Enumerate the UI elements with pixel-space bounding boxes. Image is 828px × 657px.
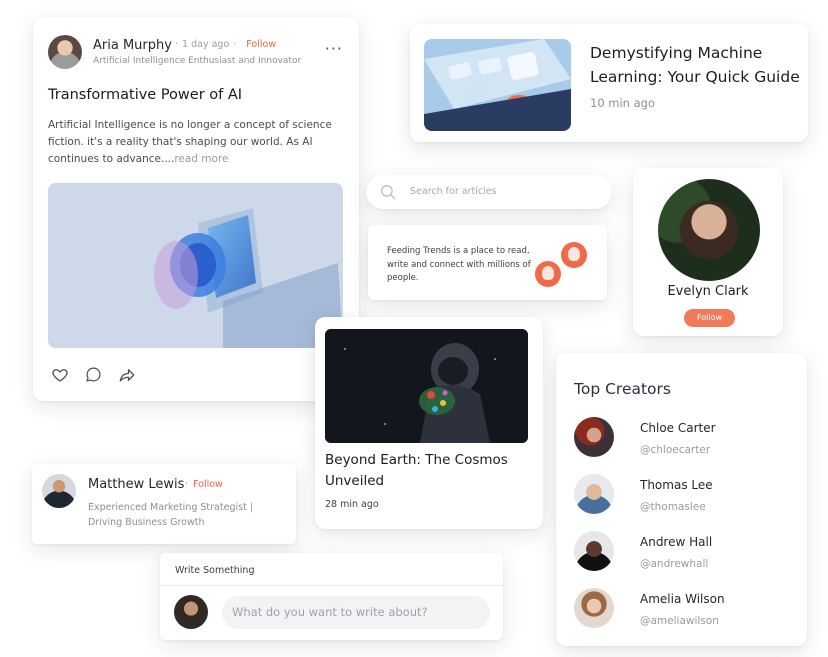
profile-photo[interactable] <box>658 179 760 281</box>
article-card[interactable]: Demystifying Machine Learning: Your Quic… <box>410 24 808 142</box>
follow-button[interactable]: Follow <box>684 309 735 327</box>
creator-name[interactable]: Thomas Lee <box>640 478 713 492</box>
user-avatar[interactable] <box>42 474 76 508</box>
author-avatar[interactable] <box>48 35 82 69</box>
article-title[interactable]: Demystifying Machine Learning: Your Quic… <box>590 41 800 89</box>
post-actions <box>48 366 344 386</box>
creator-handle: @ameliawilson <box>640 615 719 627</box>
creator-row[interactable]: Andrew Hall @andrewhall <box>574 531 794 588</box>
post-title[interactable]: Beyond Earth: The Cosmos Unveiled <box>325 450 535 492</box>
article-thumbnail <box>424 39 571 131</box>
creator-handle: @chloecarter <box>640 444 711 456</box>
user-role: Experienced Marketing Strategist | Drivi… <box>88 502 254 528</box>
write-placeholder: What do you want to write about? <box>232 605 428 619</box>
creator-name[interactable]: Amelia Wilson <box>640 592 725 606</box>
write-card: Write Something What do you want to writ… <box>160 553 503 640</box>
post-title[interactable]: Transformative Power of AI <box>48 87 242 103</box>
user-name[interactable]: Matthew Lewis <box>88 477 184 492</box>
author-role: Artificial Intelligence Enthusiast and I… <box>93 56 302 66</box>
creator-row[interactable]: Thomas Lee @thomaslee <box>574 474 794 531</box>
creator-avatar[interactable] <box>574 417 614 457</box>
write-label: Write Something <box>175 565 255 576</box>
post-excerpt: Artificial Intelligence is no longer a c… <box>48 117 346 168</box>
creator-avatar[interactable] <box>574 588 614 628</box>
user-avatar <box>535 261 561 287</box>
space-post-card[interactable]: Beyond Earth: The Cosmos Unveiled 28 min… <box>315 317 543 529</box>
comment-icon[interactable] <box>85 366 102 383</box>
creator-row[interactable]: Amelia Wilson @ameliawilson <box>574 588 794 645</box>
follow-link[interactable]: · Follow <box>185 479 223 490</box>
share-icon[interactable] <box>118 366 136 384</box>
info-text: Feeding Trends is a place to read, write… <box>387 246 531 283</box>
follow-link[interactable]: Follow <box>246 39 276 50</box>
creators-list: Chloe Carter @chloecarter Thomas Lee @th… <box>574 417 794 645</box>
profile-name[interactable]: Evelyn Clark <box>633 284 783 299</box>
follow-label[interactable]: Follow <box>193 479 223 490</box>
post-image <box>325 329 528 443</box>
heart-icon[interactable] <box>51 366 69 384</box>
creator-handle: @thomaslee <box>640 501 706 513</box>
author-name[interactable]: Aria Murphy <box>93 38 172 53</box>
post-time: 28 min ago <box>325 499 379 510</box>
info-card: Feeding Trends is a place to read, write… <box>368 225 607 300</box>
user-avatar <box>561 242 587 268</box>
more-icon[interactable]: ··· <box>325 39 343 58</box>
user-card[interactable]: Matthew Lewis · Follow Experienced Market… <box>32 464 296 544</box>
top-creators-card: Top Creators Chloe Carter @chloecarter T… <box>556 353 807 646</box>
divider <box>160 585 503 586</box>
creator-avatar[interactable] <box>574 474 614 514</box>
creator-avatar[interactable] <box>574 531 614 571</box>
profile-card[interactable]: Evelyn Clark Follow <box>633 168 783 336</box>
user-avatar <box>174 595 208 629</box>
post-time: 1 day ago <box>182 39 230 50</box>
search-input[interactable]: Search for articles <box>410 186 497 197</box>
read-more-link[interactable]: read more <box>174 153 228 165</box>
article-time: 10 min ago <box>590 96 656 110</box>
search-bar[interactable]: Search for articles <box>366 175 612 209</box>
post-image <box>48 183 343 348</box>
post-meta: · 1 day ago · Follow <box>175 39 277 50</box>
search-icon <box>381 185 396 200</box>
write-input[interactable]: What do you want to write about? <box>222 596 490 629</box>
top-creators-title: Top Creators <box>574 380 671 398</box>
creator-name[interactable]: Chloe Carter <box>640 421 716 435</box>
creator-handle: @andrewhall <box>640 558 709 570</box>
creator-name[interactable]: Andrew Hall <box>640 535 712 549</box>
creator-row[interactable]: Chloe Carter @chloecarter <box>574 417 794 474</box>
post-card[interactable]: Aria Murphy · 1 day ago · Follow Artificial… <box>33 17 359 401</box>
